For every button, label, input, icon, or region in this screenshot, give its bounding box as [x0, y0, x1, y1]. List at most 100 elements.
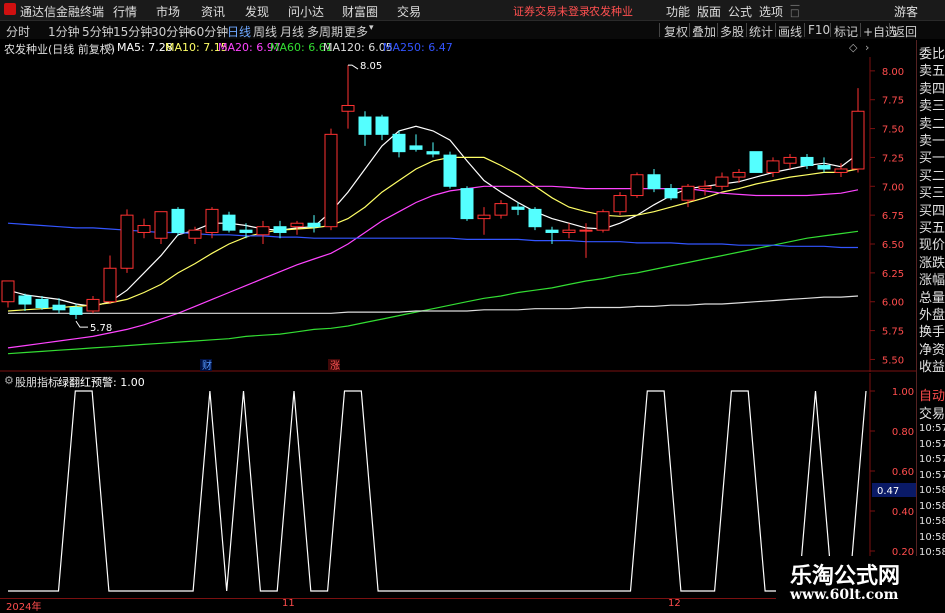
menu-news[interactable]: 资讯 [201, 3, 225, 20]
period-monthly[interactable]: 月线 [280, 23, 304, 40]
quote-field-label: 外盘 [919, 308, 945, 323]
candle-up[interactable] [766, 160, 780, 173]
tool-add-watchlist[interactable]: +自选 [863, 23, 897, 40]
candle-down[interactable] [817, 165, 831, 170]
tool-adjust[interactable]: 复权 [664, 23, 688, 40]
period-daily[interactable]: 日线 [227, 23, 251, 40]
candle-up[interactable] [205, 208, 219, 233]
menu-layout[interactable]: 版面 [697, 3, 721, 20]
period-intraday[interactable]: 分时 [6, 23, 30, 40]
candle-down[interactable] [239, 229, 253, 233]
menu-market[interactable]: 行情 [113, 3, 137, 20]
candle-up[interactable] [715, 176, 729, 187]
settings-gear-icon[interactable]: ⚙ [105, 41, 115, 54]
candle-up[interactable] [120, 214, 134, 269]
candle-up[interactable] [681, 185, 695, 201]
menu-markets[interactable]: 市场 [156, 3, 180, 20]
candle-down[interactable] [392, 133, 406, 153]
candle-down[interactable] [749, 151, 763, 173]
more-chevron-icon[interactable]: ▾ [369, 23, 374, 33]
candle-down[interactable] [69, 307, 83, 315]
candle-down[interactable] [358, 116, 372, 135]
period-more[interactable]: 更多 [344, 23, 368, 40]
restore-icon[interactable]: □ [790, 8, 799, 19]
candle-up[interactable] [188, 229, 202, 239]
quote-field-label: 买一 [919, 151, 945, 167]
kline-chart[interactable]: 8.00 7.75 7.50 7.25 7.00 6.75 6.50 6.25 6.00 5.75… [0, 57, 916, 372]
menu-trade[interactable]: 交易 [397, 3, 421, 20]
candle-down[interactable] [511, 206, 525, 210]
period-30min[interactable]: 30分钟 [151, 23, 190, 40]
tool-multi-stock[interactable]: 多股 [720, 23, 744, 40]
candle-down[interactable] [375, 116, 389, 135]
period-multi[interactable]: 多周期 [307, 23, 343, 40]
candle-down[interactable] [222, 214, 236, 231]
candle-up[interactable] [783, 156, 797, 164]
diamond-icon[interactable]: ◇ [849, 41, 857, 54]
candle-up[interactable] [834, 168, 848, 173]
candle-up[interactable] [86, 298, 100, 312]
candle-down[interactable] [545, 229, 559, 233]
candle-up[interactable] [579, 229, 593, 232]
login-warning[interactable]: 证券交易未登录 [513, 3, 590, 19]
tool-mark[interactable]: 标记 [834, 23, 858, 40]
period-weekly[interactable]: 周线 [253, 23, 277, 40]
candle-up[interactable] [103, 267, 117, 303]
menu-bar: 通达信金融终端 行情 市场 资讯 发现 问小达 财富圈 交易 证券交易未登录 农… [0, 0, 945, 21]
menu-ask-xiaoda[interactable]: 问小达 [288, 3, 324, 20]
period-60min[interactable]: 60分钟 [189, 23, 228, 40]
guest-label[interactable]: 游客 [894, 3, 918, 20]
candle-down[interactable] [35, 298, 49, 309]
tool-f10[interactable]: F10 [808, 23, 830, 37]
menu-discover[interactable]: 发现 [245, 3, 269, 20]
candle-down[interactable] [443, 154, 457, 187]
tool-overlay[interactable]: 叠加 [692, 23, 716, 40]
candle-up[interactable] [477, 214, 491, 220]
candle-down[interactable] [307, 222, 321, 228]
candle-down[interactable] [460, 188, 474, 220]
tool-draw-line[interactable]: 画线 [778, 23, 802, 40]
candle-down[interactable] [800, 156, 814, 167]
candle-up[interactable] [324, 133, 338, 228]
candle-up[interactable] [596, 211, 610, 231]
candle-up[interactable] [154, 211, 168, 239]
candle-down[interactable] [52, 304, 66, 311]
candle-up[interactable] [698, 185, 712, 190]
date-axis [0, 598, 870, 610]
candle-up[interactable] [494, 203, 508, 216]
candle-down[interactable] [528, 208, 542, 228]
candle-up[interactable] [630, 174, 644, 197]
app-logo-icon [4, 3, 16, 15]
candle-up[interactable] [256, 226, 270, 236]
candle-down[interactable] [18, 295, 32, 305]
menu-formula[interactable]: 公式 [728, 3, 752, 20]
expand-arrow-icon[interactable]: › [865, 41, 869, 54]
period-5min[interactable]: 5分钟 [82, 23, 114, 40]
candle-down[interactable] [426, 151, 440, 155]
candle-down[interactable] [409, 145, 423, 150]
tool-statistics[interactable]: 统计 [749, 23, 773, 40]
candle-up[interactable] [851, 110, 865, 170]
rise-marker[interactable]: 涨 [330, 360, 340, 372]
candle-up[interactable] [290, 222, 304, 228]
candle-down[interactable] [171, 208, 185, 233]
candle-down[interactable] [664, 188, 678, 199]
candle-up[interactable] [341, 104, 355, 112]
finance-marker[interactable]: 财 [202, 359, 212, 372]
tool-back[interactable]: 返回 [893, 23, 917, 40]
trade-label[interactable]: 交易 [919, 403, 945, 422]
candle-up[interactable] [613, 195, 627, 213]
candle-up[interactable] [562, 229, 576, 233]
candle-down[interactable] [647, 174, 661, 190]
menu-functions[interactable]: 功能 [666, 3, 690, 20]
candle-up[interactable] [137, 225, 151, 233]
menu-wealth-circle[interactable]: 财富圈 [342, 3, 378, 20]
candle-up[interactable] [1, 280, 15, 303]
period-15min[interactable]: 15分钟 [113, 23, 152, 40]
auto-trade-label[interactable]: 自动 [919, 385, 945, 404]
menu-options[interactable]: 选项 [759, 3, 783, 20]
trade-time: 10:58 [919, 531, 945, 543]
candle-up[interactable] [732, 171, 746, 178]
period-1min[interactable]: 1分钟 [48, 23, 80, 40]
candle-down[interactable] [273, 226, 287, 233]
